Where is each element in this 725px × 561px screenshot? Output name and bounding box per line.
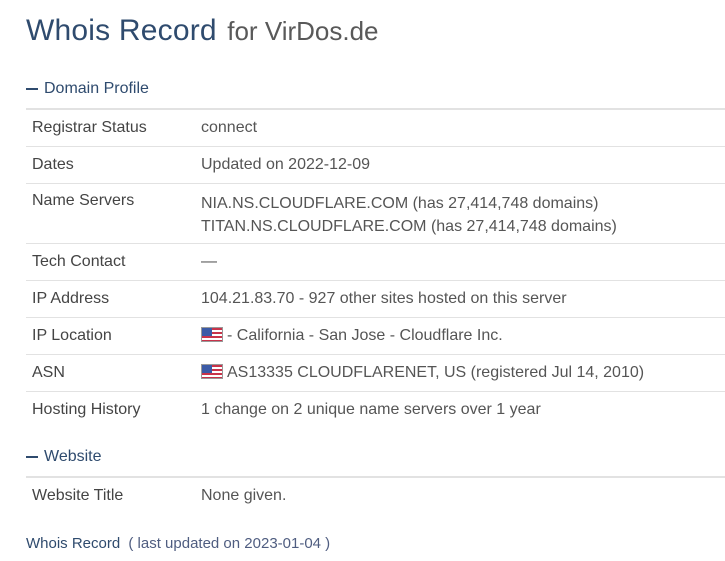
page-title-main: Whois Record: [26, 14, 217, 47]
row-key: IP Address: [32, 290, 110, 307]
row-key: Name Servers: [32, 192, 135, 209]
ip-location-text: - California - San Jose - Cloudflare Inc…: [227, 327, 503, 344]
row-value: —: [201, 253, 217, 270]
table-row: Hosting History 1 change on 2 unique nam…: [26, 392, 725, 429]
row-value: AS13335 CLOUDFLARENET, US (registered Ju…: [201, 355, 725, 382]
website-table: Website Title None given.: [26, 476, 725, 515]
collapse-icon: [26, 88, 38, 90]
collapse-icon: [26, 456, 38, 458]
row-key: ASN: [32, 364, 65, 381]
table-row: Name Servers NIA.NS.CLOUDFLARE.COM (has …: [26, 184, 725, 244]
footer: Whois Record ( last updated on 2023-01-0…: [26, 535, 330, 552]
row-value: 104.21.83.70 - 927 other sites hosted on…: [201, 290, 567, 307]
table-row: Dates Updated on 2022-12-09: [26, 147, 725, 184]
whois-page: Whois Record for VirDos.de Domain Profil…: [0, 0, 725, 561]
page-title-domain: for VirDos.de: [227, 16, 379, 46]
domain-profile-heading: Domain Profile: [44, 80, 149, 97]
page-title: Whois Record for VirDos.de: [26, 14, 379, 48]
domain-profile-toggle[interactable]: Domain Profile: [26, 80, 149, 98]
row-key: Registrar Status: [32, 119, 147, 136]
website-heading: Website: [44, 448, 102, 465]
row-value: connect: [201, 119, 258, 136]
us-flag-icon: [201, 364, 223, 379]
domain-profile-table: Registrar Status connect Dates Updated o…: [26, 108, 725, 429]
asn-text: AS13335 CLOUDFLARENET, US (registered Ju…: [227, 364, 645, 381]
website-toggle[interactable]: Website: [26, 448, 102, 466]
row-value: None given.: [201, 487, 287, 504]
table-row: IP Address 104.21.83.70 - 927 other site…: [26, 281, 725, 318]
row-key: IP Location: [32, 327, 112, 344]
row-value: NIA.NS.CLOUDFLARE.COM (has 27,414,748 do…: [201, 184, 725, 238]
table-row: Registrar Status connect: [26, 110, 725, 147]
row-value: - California - San Jose - Cloudflare Inc…: [201, 318, 725, 345]
row-key: Hosting History: [32, 401, 141, 418]
table-row: ASN AS13335 CLOUDFLARENET, US (registere…: [26, 355, 725, 392]
table-row: IP Location - California - San Jose - Cl…: [26, 318, 725, 355]
table-row: Website Title None given.: [26, 478, 725, 515]
row-value: 1 change on 2 unique name servers over 1…: [201, 401, 541, 418]
us-flag-icon: [201, 327, 223, 342]
row-key: Dates: [32, 156, 74, 173]
row-key: Tech Contact: [32, 253, 126, 270]
table-row: Tech Contact —: [26, 244, 725, 281]
row-value: Updated on 2022-12-09: [201, 156, 371, 173]
name-server-2: TITAN.NS.CLOUDFLARE.COM (has 27,414,748 …: [201, 218, 617, 235]
row-key: Website Title: [32, 487, 124, 504]
last-updated-note: ( last updated on 2023-01-04 ): [128, 535, 331, 552]
name-server-1: NIA.NS.CLOUDFLARE.COM (has 27,414,748 do…: [201, 195, 599, 212]
whois-record-link[interactable]: Whois Record: [26, 535, 120, 552]
